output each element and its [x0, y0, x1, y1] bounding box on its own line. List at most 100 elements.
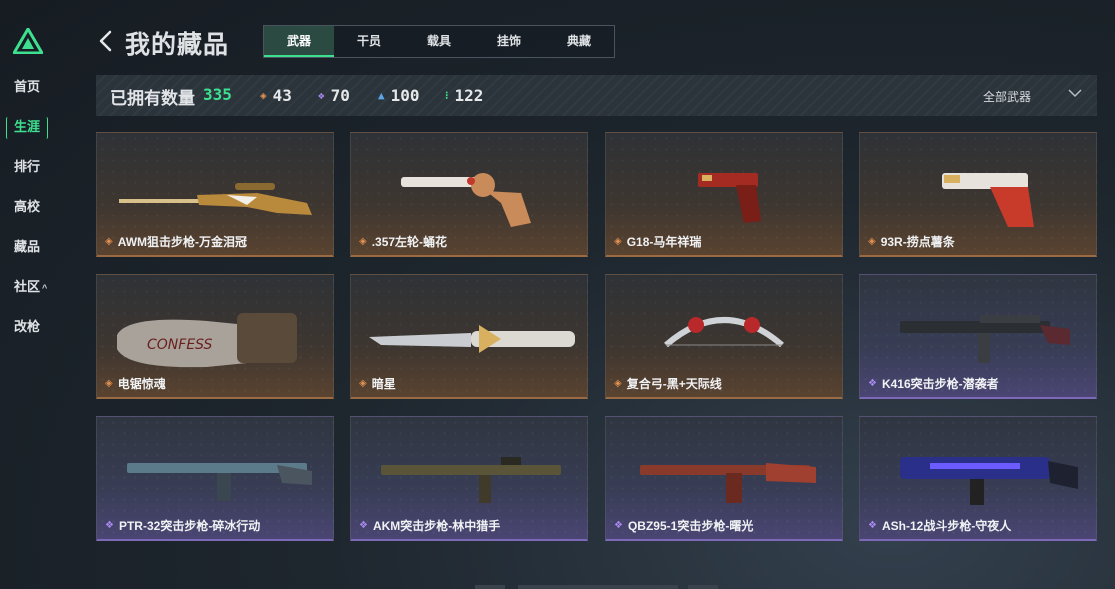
assault-rifle-icon	[127, 463, 312, 501]
owned-count-total: 335	[203, 85, 232, 104]
sidebar-item-label: 社区	[14, 279, 41, 294]
orange-diamond-icon: ◈	[359, 378, 367, 389]
sidebar-item-label: 高校	[14, 199, 41, 214]
sidebar: 首页 生涯 排行 高校 藏品 社区 ^ 改枪	[0, 0, 62, 589]
purple-diamond-icon: ❖	[868, 378, 877, 389]
sidebar-item-career[interactable]: 生涯	[6, 117, 49, 139]
stat-value: 100	[390, 86, 420, 105]
item-name-text: .357左轮-蛹花	[371, 235, 448, 249]
sidebar-item-label: 排行	[14, 159, 41, 174]
sidebar-item-label: 首页	[14, 79, 41, 94]
pistol-icon	[698, 173, 761, 223]
tab-operators[interactable]: 干员	[334, 26, 404, 57]
orange-diamond-icon: ◈	[105, 236, 113, 247]
stat-green: ⁝ 122	[445, 86, 483, 105]
item-card[interactable]: ◈ 复合弓-黑+天际线	[605, 274, 843, 399]
item-name: ❖ PTR-32突击步枪-碎冰行动	[105, 517, 260, 534]
svg-text:CONFESS: CONFESS	[147, 337, 213, 353]
back-arrow-icon[interactable]	[97, 30, 115, 52]
orange-diamond-icon: ◈	[614, 236, 622, 247]
purple-diamond-icon: ❖	[105, 520, 114, 531]
item-card[interactable]: ❖ AKM突击步枪-林中猎手	[350, 416, 588, 541]
sidebar-item-label: 改枪	[14, 319, 41, 334]
item-card[interactable]: ◈ AWM狙击步枪-万金泪冠	[96, 132, 334, 257]
orange-diamond-icon: ◈	[868, 236, 876, 247]
stat-orange: ◈ 43	[260, 86, 292, 105]
knife-icon	[369, 325, 575, 353]
item-name-text: AWM狙击步枪-万金泪冠	[117, 235, 248, 249]
orange-diamond-icon: ◈	[105, 378, 113, 389]
assault-rifle-icon	[640, 463, 816, 503]
pagination-bar-hint	[518, 585, 678, 589]
tab-weapons[interactable]: 武器	[264, 26, 334, 57]
item-card[interactable]: ❖ K416突击步枪-潜袭者	[859, 274, 1097, 399]
weapon-filter-dropdown[interactable]: 全部武器	[983, 88, 1031, 105]
category-tabs: 武器 干员 载具 挂饰 典藏	[263, 25, 615, 58]
tab-charms[interactable]: 挂饰	[474, 26, 544, 57]
item-name: ◈ 电锯惊魂	[105, 375, 166, 392]
item-name: ◈ 93R-捞点薯条	[868, 233, 955, 250]
sidebar-item-home[interactable]: 首页	[14, 77, 40, 97]
page-title: 我的藏品	[125, 31, 230, 59]
assault-rifle-icon	[900, 315, 1070, 363]
item-name: ◈ G18-马年祥瑞	[614, 233, 701, 250]
item-name-text: 复合弓-黑+天际线	[626, 377, 722, 391]
orange-diamond-icon: ◈	[260, 89, 267, 102]
revolver-icon	[401, 173, 531, 227]
item-name: ◈ 暗星	[359, 375, 396, 392]
orange-diamond-icon: ◈	[614, 378, 622, 389]
stat-value: 43	[272, 86, 292, 105]
sidebar-item-gunsmith[interactable]: 改枪	[14, 317, 40, 337]
pagination-next-hint[interactable]	[688, 585, 718, 589]
sidebar-item-collection[interactable]: 藏品	[14, 237, 40, 257]
green-dots-icon: ⁝	[445, 89, 449, 102]
pagination-prev-hint[interactable]	[475, 585, 505, 589]
stat-value: 70	[330, 86, 350, 105]
sidebar-item-label: 生涯	[14, 119, 41, 134]
compound-bow-icon	[664, 317, 784, 348]
sidebar-item-label: 藏品	[14, 239, 41, 254]
pistol-icon	[942, 173, 1034, 227]
item-name-text: K416突击步枪-潜袭者	[881, 377, 999, 391]
sidebar-item-community[interactable]: 社区 ^	[14, 277, 47, 297]
sidebar-item-ranking[interactable]: 排行	[14, 157, 40, 177]
item-card[interactable]: ◈ 暗星	[350, 274, 588, 399]
purple-diamond-icon: ❖	[359, 520, 368, 531]
item-name: ❖ ASh-12战斗步枪-守夜人	[868, 517, 1011, 534]
item-card[interactable]: ❖ QBZ95-1突击步枪-曙光	[605, 416, 843, 541]
item-card[interactable]: ◈ .357左轮-蛹花	[350, 132, 588, 257]
item-name-text: 电锯惊魂	[117, 377, 166, 391]
item-name-text: 暗星	[371, 377, 396, 391]
purple-diamond-icon: ❖	[614, 520, 623, 531]
tab-collector[interactable]: 典藏	[544, 26, 614, 57]
app-logo-icon[interactable]	[13, 28, 43, 54]
item-name-text: 93R-捞点薯条	[880, 235, 955, 249]
item-name: ❖ QBZ95-1突击步枪-曙光	[614, 517, 753, 534]
tab-vehicles[interactable]: 载具	[404, 26, 474, 57]
item-card[interactable]: CONFESS ◈ 电锯惊魂	[96, 274, 334, 399]
item-card[interactable]: ◈ 93R-捞点薯条	[859, 132, 1097, 257]
item-name: ◈ .357左轮-蛹花	[359, 233, 447, 250]
orange-diamond-icon: ◈	[359, 236, 367, 247]
purple-diamond-icon: ❖	[318, 89, 325, 102]
purple-diamond-icon: ❖	[868, 520, 877, 531]
chevron-down-icon[interactable]	[1068, 85, 1082, 101]
item-name: ◈ 复合弓-黑+天际线	[614, 375, 722, 392]
item-card[interactable]: ❖ ASh-12战斗步枪-守夜人	[859, 416, 1097, 541]
item-name-text: QBZ95-1突击步枪-曙光	[627, 519, 754, 533]
item-name: ◈ AWM狙击步枪-万金泪冠	[105, 233, 247, 250]
assault-rifle-icon	[381, 457, 561, 503]
item-name-text: G18-马年祥瑞	[626, 235, 702, 249]
item-name: ❖ K416突击步枪-潜袭者	[868, 375, 999, 392]
blue-chevron-icon: ▲	[378, 89, 385, 102]
item-card[interactable]: ◈ G18-马年祥瑞	[605, 132, 843, 257]
item-name: ❖ AKM突击步枪-林中猎手	[359, 517, 500, 534]
stat-value: 122	[454, 86, 484, 105]
stat-purple: ❖ 70	[318, 86, 350, 105]
item-card[interactable]: ❖ PTR-32突击步枪-碎冰行动	[96, 416, 334, 541]
chevron-up-icon: ^	[42, 283, 48, 293]
sniper-rifle-icon	[119, 183, 312, 215]
item-name-text: PTR-32突击步枪-碎冰行动	[118, 519, 261, 533]
ownership-stats-bar: 已拥有数量 335 ◈ 43 ❖ 70 ▲ 100 ⁝ 122 全部武器	[96, 75, 1097, 116]
sidebar-item-university[interactable]: 高校	[14, 197, 40, 217]
